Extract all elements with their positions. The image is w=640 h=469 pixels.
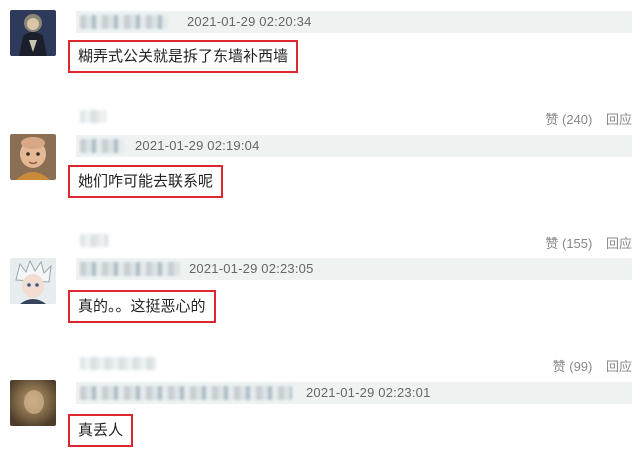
dark-robed-figure-avatar-image bbox=[10, 10, 56, 56]
comment-timestamp: 2021-01-29 02:20:34 bbox=[187, 14, 312, 29]
comment-content: 她们咋可能去联系呢 bbox=[68, 165, 224, 198]
comment-meta-bar: 2021-01-29 02:20:34 bbox=[76, 11, 632, 33]
comment-content: 糊弄式公关就是拆了东墙补西墙 bbox=[68, 40, 299, 73]
reply-button[interactable]: 回应 bbox=[606, 359, 632, 374]
blurry-photo-avatar-image bbox=[10, 380, 56, 426]
reply-button[interactable]: 回应 bbox=[606, 112, 632, 127]
username-blurred[interactable] bbox=[80, 262, 180, 276]
comment-actions-row: 赞 (155) 回应 bbox=[76, 230, 632, 252]
comment-actions: 赞 (240) 回应 bbox=[545, 109, 632, 128]
comment-meta-bar: 2021-01-29 02:23:01 bbox=[76, 382, 632, 404]
like-button[interactable]: 赞 (99) bbox=[553, 359, 593, 374]
avatar[interactable] bbox=[10, 134, 56, 180]
comment-actions: 赞 (155) 回应 bbox=[545, 233, 632, 252]
comment-meta-bar: 2021-01-29 02:23:05 bbox=[76, 258, 632, 280]
reply-user-blurred bbox=[80, 110, 106, 123]
like-button[interactable]: 赞 (240) bbox=[545, 112, 592, 127]
like-button[interactable]: 赞 (155) bbox=[545, 236, 592, 251]
comment-content: 真丢人 bbox=[68, 414, 134, 447]
avatar[interactable] bbox=[10, 10, 56, 56]
username-blurred[interactable] bbox=[80, 139, 124, 153]
avatar[interactable] bbox=[10, 380, 56, 426]
username-blurred[interactable] bbox=[80, 15, 168, 29]
comment-timestamp: 2021-01-29 02:19:04 bbox=[135, 138, 260, 153]
username-blurred[interactable] bbox=[80, 386, 292, 400]
comment-meta-bar: 2021-01-29 02:19:04 bbox=[76, 135, 632, 157]
anime-white-hair-avatar-image bbox=[10, 258, 56, 304]
reply-user-blurred bbox=[80, 357, 156, 370]
comment-actions-row: 赞 (240) 回应 bbox=[76, 106, 632, 128]
reply-button[interactable]: 回应 bbox=[606, 236, 632, 251]
child-monk-avatar-image bbox=[10, 134, 56, 180]
comment-timestamp: 2021-01-29 02:23:01 bbox=[306, 385, 431, 400]
comment-actions-row: 赞 (99) 回应 bbox=[76, 353, 632, 375]
avatar[interactable] bbox=[10, 258, 56, 304]
comment-content: 真的。。这挺恶心的 bbox=[68, 290, 216, 323]
comment-actions: 赞 (99) 回应 bbox=[553, 356, 632, 375]
reply-user-blurred bbox=[80, 234, 108, 247]
comment-timestamp: 2021-01-29 02:23:05 bbox=[189, 261, 314, 276]
